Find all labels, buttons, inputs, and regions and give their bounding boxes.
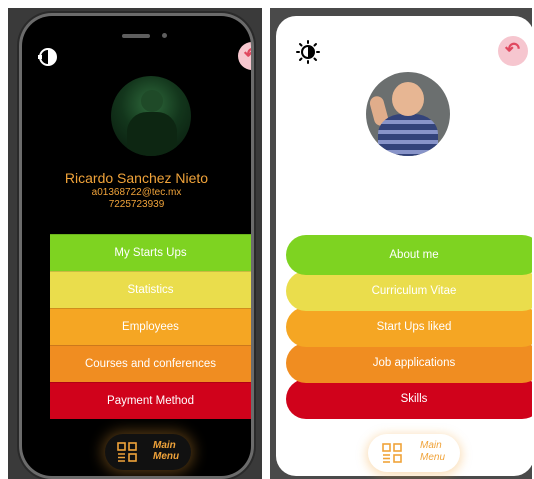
- light-profile-screenshot: ↶ About me Curriculum Vitae Start Ups li…: [270, 8, 532, 479]
- avatar: [366, 72, 450, 156]
- menu-item-about-me[interactable]: About me: [286, 235, 532, 275]
- profile-name: Ricardo Sanchez Nieto: [64, 170, 209, 186]
- dark-menu-list: My Starts Ups Statistics Employees Cours…: [50, 234, 251, 419]
- phone-speaker: [122, 34, 150, 38]
- back-button[interactable]: ↶: [238, 42, 251, 70]
- menu-item-start-ups-liked[interactable]: Start Ups liked: [286, 307, 532, 347]
- profile-phone: 7225723939: [108, 199, 165, 210]
- theme-toggle-icon[interactable]: [38, 46, 58, 68]
- grid-menu-icon: [117, 442, 137, 462]
- main-menu-label-line2: Menu: [420, 452, 446, 463]
- menu-item-courses-and-conferences[interactable]: Courses and conferences: [50, 345, 251, 382]
- reply-arrow-icon: ↶: [244, 44, 251, 65]
- main-menu-label-line2: Menu: [153, 451, 180, 462]
- main-menu-label-line1: Main: [153, 440, 176, 451]
- menu-item-my-starts-ups[interactable]: My Starts Ups: [50, 234, 251, 271]
- grid-menu-icon: [382, 443, 402, 463]
- main-menu-label: Main Menu: [153, 440, 179, 462]
- main-menu-label-line1: Main: [420, 440, 442, 451]
- phone-frame-light: ↶ About me Curriculum Vitae Start Ups li…: [276, 16, 532, 476]
- main-menu-button[interactable]: Main Menu: [368, 434, 460, 472]
- menu-item-curriculum-vitae[interactable]: Curriculum Vitae: [286, 271, 532, 311]
- phone-frame-dark: ↶ Ricardo Sanchez Nieto a01368722@tec.mx…: [22, 16, 251, 476]
- menu-item-payment-method[interactable]: Payment Method: [50, 382, 251, 419]
- back-button[interactable]: ↶: [498, 36, 528, 66]
- menu-item-job-applications[interactable]: Job applications: [286, 343, 532, 383]
- main-menu-label: Main Menu: [420, 440, 445, 464]
- menu-item-statistics[interactable]: Statistics: [50, 271, 251, 308]
- menu-item-employees[interactable]: Employees: [50, 308, 251, 345]
- avatar: [111, 76, 191, 156]
- half-sun-icon[interactable]: [296, 40, 320, 64]
- dark-profile-screenshot: ↶ Ricardo Sanchez Nieto a01368722@tec.mx…: [8, 8, 262, 479]
- main-menu-button[interactable]: Main Menu: [105, 434, 191, 470]
- profile-email: a01368722@tec.mx: [91, 187, 182, 198]
- light-menu-list: About me Curriculum Vitae Start Ups like…: [286, 235, 532, 419]
- reply-arrow-icon: ↶: [505, 39, 521, 59]
- phone-camera: [162, 33, 167, 38]
- menu-item-skills[interactable]: Skills: [286, 379, 532, 419]
